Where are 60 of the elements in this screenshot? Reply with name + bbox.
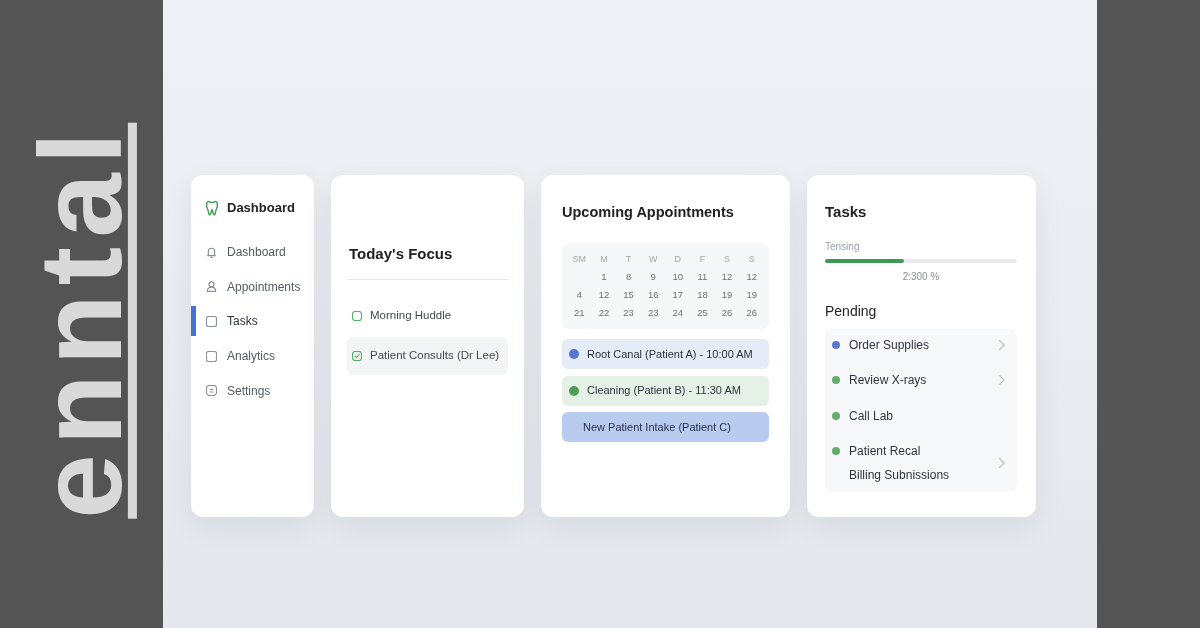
calendar-day: 18 [697,289,708,301]
calendar-day: 1 [601,271,607,283]
appointment-item[interactable]: New Patient Intake (Patient C) [562,412,769,442]
section-title: Pending [825,302,877,320]
calendar-day: 26 [721,307,733,319]
weekday-label: T [625,253,632,265]
person-icon [206,281,217,293]
nav-item[interactable]: Dashboard [191,237,314,267]
calendar-day: 11 [697,271,708,283]
card-title: Today's Focus [349,244,453,264]
calendar-day: 16 [647,289,659,301]
chevron-right-icon [999,340,1005,350]
calendar-day: 21 [574,307,585,319]
calendar-day: 25 [697,307,708,319]
chevron-right-icon [999,457,1005,468]
calendar-day: 12 [721,271,733,283]
calendar-day: 23 [623,307,634,319]
weekday-label: SM [572,253,587,265]
nav-item[interactable]: Appointments [191,271,314,302]
weekday-label: S [724,253,731,265]
appointment-item[interactable]: Cleaning (Patient B) - 11:30 AM [562,375,769,406]
calendar-day: 4 [576,289,582,301]
card-title: Tasks [825,202,867,222]
calendar-day: 19 [746,289,757,301]
tooth-icon [205,200,219,216]
focus-item[interactable]: Patient Consults (Dr Lee) [347,337,508,375]
calendar-day: 8 [625,271,632,283]
weekday-label: M [600,253,608,265]
list-icon [206,385,217,397]
calendar-day: 17 [672,289,684,301]
calendar-day: 12 [746,271,757,283]
nav-item[interactable]: Settings [191,375,314,406]
progress-reading: 2:300 % [902,270,940,284]
calendar-day: 10 [672,271,684,283]
calendar-day: 24 [672,307,684,319]
bell-icon [206,246,217,258]
card-title: Upcoming Appointments [562,203,734,222]
chevron-right-icon [999,375,1005,386]
task-item[interactable]: Review X-rays [832,368,1005,393]
appointment-item[interactable]: Root Canal (Patient A) - 10:00 AM [562,339,769,369]
calendar-day: 19 [721,289,733,301]
weekday-label: S [748,253,755,265]
task-item[interactable]: Call Lab [832,403,1005,428]
calendar-day: 15 [623,289,634,301]
logo-text: enntal [34,123,137,519]
task-item[interactable]: Order Supplies [832,333,1005,357]
nav-item[interactable]: Tasks [191,306,314,337]
focus-item[interactable]: Morning Huddle [347,297,508,335]
calendar-day: 9 [650,271,656,283]
brand-name: Dashboard [227,199,295,218]
calendar-day: 22 [598,307,610,319]
calendar-day: 12 [598,289,610,301]
weekday-label: W [648,253,658,265]
nav-item[interactable]: Analytics [191,341,314,372]
weekday-label: D [674,253,682,265]
task-item[interactable]: Patient Recal Billing Subnissions [832,438,1005,487]
progress-label: Tensing [825,240,860,254]
calendar-day: 26 [746,307,757,319]
calendar-day: 23 [647,307,659,319]
weekday-label: F [699,253,706,265]
